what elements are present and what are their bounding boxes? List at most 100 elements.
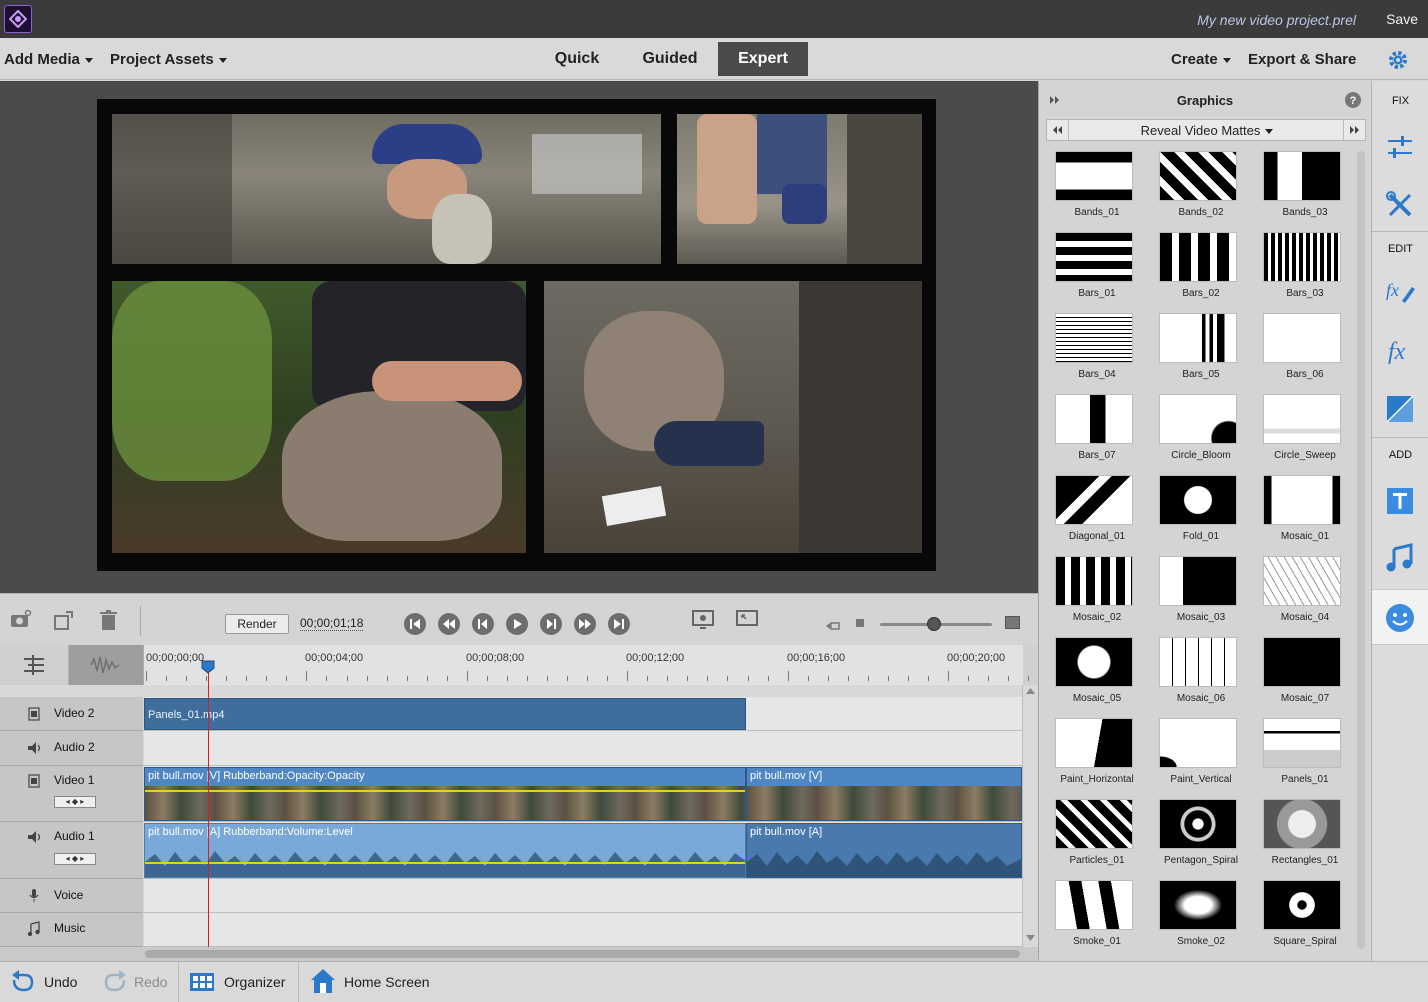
timeline-clip[interactable]: pit bull.mov [A]: [746, 823, 1022, 878]
graphics-item[interactable]: Circle_Sweep: [1253, 392, 1357, 468]
save-button[interactable]: Save: [1386, 11, 1418, 27]
graphics-item[interactable]: Diagonal_01: [1045, 473, 1149, 549]
previous-category-button[interactable]: [1047, 120, 1069, 140]
add-media-menu[interactable]: Add Media: [4, 51, 93, 68]
graphics-item[interactable]: Smoke_02: [1149, 878, 1253, 954]
category-selector[interactable]: Reveal Video Mattes: [1046, 119, 1366, 141]
graphics-item[interactable]: Mosaic_02: [1045, 554, 1149, 630]
track-header-music[interactable]: Music: [0, 913, 143, 947]
graphics-item[interactable]: Bars_06: [1253, 311, 1357, 387]
graphics-item[interactable]: Mosaic_05: [1045, 635, 1149, 711]
applied-effects-icon[interactable]: fx: [1384, 275, 1416, 307]
create-menu[interactable]: Create: [1171, 51, 1231, 68]
timeline-ruler[interactable]: 00;00;00;00 00;00;04;00 00;00;08;00 00;0…: [143, 645, 1030, 685]
project-assets-menu[interactable]: Project Assets: [110, 51, 227, 68]
category-dropdown[interactable]: Reveal Video Mattes: [1107, 123, 1307, 138]
graphics-tab[interactable]: [1372, 589, 1428, 645]
timecode-display[interactable]: 00;00;01;18: [300, 616, 364, 631]
track-lane-audio1[interactable]: pit bull.mov [A] Rubberband:Volume:Level…: [144, 822, 1022, 879]
track-header-video2[interactable]: Video 2: [0, 697, 143, 731]
undo-button[interactable]: Undo: [10, 969, 90, 997]
step-back-icon[interactable]: [472, 613, 494, 635]
keyframe-controls[interactable]: ◂ ◆ ▸: [54, 853, 96, 865]
graphics-item[interactable]: Mosaic_07: [1253, 635, 1357, 711]
adjustments-icon[interactable]: [1384, 131, 1416, 163]
next-edit-icon[interactable]: [574, 613, 596, 635]
graphics-item[interactable]: Circle_Bloom: [1149, 392, 1253, 468]
graphics-item[interactable]: Bars_04: [1045, 311, 1149, 387]
timeline-clip[interactable]: pit bull.mov [V]: [746, 767, 1022, 821]
rotate-clip-icon[interactable]: [53, 608, 77, 632]
effects-icon[interactable]: fx: [1384, 335, 1416, 367]
graphics-item[interactable]: Square_Spiral: [1253, 878, 1357, 954]
track-lane-music[interactable]: [144, 913, 1022, 947]
graphics-item[interactable]: Bands_01: [1045, 149, 1149, 225]
graphics-item[interactable]: Bars_07: [1045, 392, 1149, 468]
tab-guided[interactable]: Guided: [625, 42, 715, 76]
app-logo-icon[interactable]: [4, 5, 32, 33]
graphics-item[interactable]: Bars_03: [1253, 230, 1357, 306]
timeline-clip[interactable]: Panels_01.mp4: [144, 698, 746, 730]
redo-button[interactable]: Redo: [102, 969, 172, 997]
preview-monitor[interactable]: [0, 81, 1038, 593]
graphics-item[interactable]: Particles_01: [1045, 797, 1149, 873]
panel-scrollbar[interactable]: [1357, 151, 1365, 949]
organizer-button[interactable]: Organizer: [189, 969, 289, 997]
volume-rubberband[interactable]: [145, 862, 745, 864]
timeline-view-button[interactable]: [0, 645, 69, 685]
fullscreen-monitor-icon[interactable]: [735, 608, 759, 632]
graphics-item[interactable]: Mosaic_03: [1149, 554, 1253, 630]
zoom-out-icon[interactable]: [826, 618, 844, 636]
scrollbar-thumb[interactable]: [145, 950, 1020, 958]
zoom-max-icon[interactable]: [1005, 616, 1020, 629]
audio-view-button[interactable]: [69, 645, 143, 685]
timeline-vertical-scrollbar[interactable]: [1022, 685, 1038, 947]
tab-expert[interactable]: Expert: [718, 42, 808, 76]
trash-icon[interactable]: [97, 608, 121, 632]
scroll-up-icon[interactable]: [1026, 688, 1035, 694]
track-header-audio2[interactable]: Audio 2: [0, 731, 143, 766]
play-icon[interactable]: [506, 613, 528, 635]
graphics-item[interactable]: Bands_03: [1253, 149, 1357, 225]
music-note-icon[interactable]: [1384, 543, 1416, 575]
graphics-item[interactable]: Bars_05: [1149, 311, 1253, 387]
graphics-item[interactable]: Rectangles_01: [1253, 797, 1357, 873]
graphics-item[interactable]: Mosaic_06: [1149, 635, 1253, 711]
track-lane-voice[interactable]: [144, 879, 1022, 913]
tools-icon[interactable]: [1384, 189, 1416, 221]
tab-quick[interactable]: Quick: [536, 42, 618, 76]
graphics-item[interactable]: Bars_02: [1149, 230, 1253, 306]
graphics-item[interactable]: Mosaic_01: [1253, 473, 1357, 549]
home-screen-button[interactable]: Home Screen: [310, 967, 440, 997]
go-to-end-icon[interactable]: [608, 613, 630, 635]
previous-edit-icon[interactable]: [438, 613, 460, 635]
monitor-settings-icon[interactable]: [691, 608, 715, 632]
titles-icon[interactable]: [1384, 485, 1416, 517]
timeline-clip[interactable]: pit bull.mov [A] Rubberband:Volume:Level: [144, 823, 746, 878]
graphics-item[interactable]: Mosaic_04: [1253, 554, 1357, 630]
track-lane-video2[interactable]: Panels_01.mp4: [144, 697, 1022, 731]
graphics-item[interactable]: Panels_01: [1253, 716, 1357, 792]
track-header-voice[interactable]: Voice: [0, 879, 143, 913]
graphics-item[interactable]: Paint_Horizontal: [1045, 716, 1149, 792]
graphics-item[interactable]: Pentagon_Spiral: [1149, 797, 1253, 873]
export-share-menu[interactable]: Export & Share: [1248, 51, 1356, 68]
scroll-down-icon[interactable]: [1026, 935, 1035, 941]
go-to-start-icon[interactable]: [404, 613, 426, 635]
camera-icon[interactable]: [9, 608, 33, 632]
graphics-item[interactable]: Bars_01: [1045, 230, 1149, 306]
graphics-item[interactable]: Fold_01: [1149, 473, 1253, 549]
help-icon[interactable]: ?: [1344, 91, 1362, 109]
opacity-rubberband[interactable]: [145, 790, 745, 792]
timeline-horizontal-scrollbar[interactable]: [0, 947, 1038, 961]
track-lane-video1[interactable]: pit bull.mov [V] Rubberband:Opacity:Opac…: [144, 766, 1022, 822]
keyframe-controls[interactable]: ◂ ◆ ▸: [54, 796, 96, 808]
track-header-audio1[interactable]: Audio 1 ◂ ◆ ▸: [0, 822, 143, 879]
graphics-item[interactable]: Smoke_01: [1045, 878, 1149, 954]
transitions-icon[interactable]: [1384, 393, 1416, 425]
step-forward-icon[interactable]: [540, 613, 562, 635]
gear-icon[interactable]: [1387, 49, 1409, 76]
zoom-slider-knob[interactable]: [927, 617, 941, 631]
track-lane-audio2[interactable]: [144, 731, 1022, 766]
zoom-min-icon[interactable]: [856, 619, 864, 627]
